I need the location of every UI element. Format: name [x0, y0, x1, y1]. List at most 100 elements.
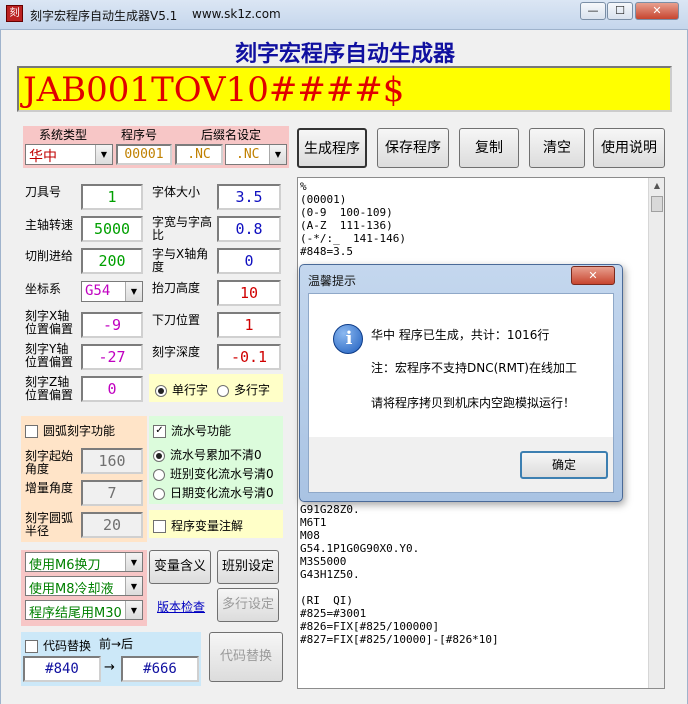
- website-label: www.sk1z.com: [192, 7, 281, 21]
- chevron-down-icon: ▼: [95, 145, 112, 164]
- code-line: M3S5000: [300, 555, 347, 568]
- dialog-line-1: 华中 程序已生成，共计：1016行: [371, 328, 550, 342]
- scrollbar[interactable]: ▲: [648, 178, 664, 688]
- suffix-select[interactable]: .NC ▼: [225, 144, 287, 165]
- replace-panel: 代码替换 前→后 #840 → #666: [21, 632, 201, 686]
- chevron-down-icon: ▼: [125, 282, 142, 301]
- code-replace-button[interactable]: 代码替换: [209, 632, 283, 682]
- single-line-radio[interactable]: 单行字: [155, 381, 208, 398]
- engrave-text-input[interactable]: JAB001TOV10####$: [17, 66, 672, 112]
- code-line: (00001): [300, 193, 347, 206]
- radius-label: 刻字圆弧半径: [25, 511, 74, 538]
- code-line: G43H1Z50.: [300, 568, 360, 581]
- serial-opt1-radio[interactable]: 流水号累加不清0: [153, 446, 262, 463]
- var-annotation-panel: 程序变量注解: [149, 510, 283, 538]
- angle-label: 字与X轴角度: [152, 247, 209, 274]
- app-heading: 刻字宏程序自动生成器: [234, 42, 455, 67]
- ratio-label: 字宽与字高比: [152, 215, 213, 242]
- chevron-down-icon: ▼: [125, 577, 142, 595]
- system-type-select[interactable]: 华中 ▼: [25, 144, 113, 165]
- coord-value: G54: [85, 283, 111, 299]
- code-line: (A-Z 111-136): [300, 219, 393, 232]
- close-button[interactable]: ✕: [635, 2, 679, 20]
- replace-from-field[interactable]: #840: [23, 656, 101, 682]
- system-type-value: 华中: [29, 149, 57, 165]
- start-angle-field[interactable]: 160: [81, 448, 143, 474]
- info-dialog: 温馨提示 ✕ i 华中 程序已生成，共计：1016行 注：宏程序不支持DNC(R…: [299, 264, 623, 502]
- var-annotation-checkbox[interactable]: 程序变量注解: [153, 517, 243, 534]
- m6-select[interactable]: 使用M6换刀 ▼: [25, 552, 143, 573]
- replace-to-field[interactable]: #666: [121, 656, 199, 682]
- serial-checkbox[interactable]: ✓ 流水号功能: [153, 422, 231, 439]
- code-line: #825=#3001: [300, 607, 367, 620]
- m30-value: 程序结尾用M30: [29, 606, 122, 621]
- help-button[interactable]: 使用说明: [593, 128, 665, 168]
- info-glyph: i: [345, 328, 353, 349]
- m8-select[interactable]: 使用M8冷却液 ▼: [25, 576, 143, 597]
- maximize-button[interactable]: ☐: [607, 2, 633, 20]
- serial-opt3-label: 日期变化流水号清0: [170, 486, 274, 500]
- spindle-field[interactable]: 5000: [81, 216, 143, 242]
- single-line-label: 单行字: [172, 383, 209, 397]
- app-icon: 刻: [6, 5, 23, 22]
- clear-button[interactable]: 清空: [529, 128, 585, 168]
- font-size-field[interactable]: 3.5: [217, 184, 281, 210]
- dialog-close-button[interactable]: ✕: [571, 266, 615, 285]
- engrave-text-value: JAB001TOV10####$: [23, 70, 405, 110]
- arrow-right-icon: →: [104, 660, 115, 675]
- tool-no-field[interactable]: 1: [81, 184, 143, 210]
- x-offset-field[interactable]: -9: [81, 312, 143, 338]
- scroll-thumb[interactable]: [651, 196, 663, 212]
- z-offset-field[interactable]: 0: [81, 376, 143, 402]
- var-meaning-button[interactable]: 变量含义: [149, 550, 211, 584]
- replace-checkbox[interactable]: 代码替换: [25, 637, 91, 654]
- code-line: (RI QI): [300, 594, 353, 607]
- copy-button[interactable]: 复制: [459, 128, 519, 168]
- serial-opt2-radio[interactable]: 班别变化流水号清0: [153, 465, 274, 482]
- ok-button[interactable]: 确定: [520, 451, 608, 479]
- checkbox-icon: [153, 520, 166, 533]
- code-line: M6T1: [300, 516, 327, 529]
- m30-select[interactable]: 程序结尾用M30 ▼: [25, 600, 143, 621]
- minimize-button[interactable]: —: [580, 2, 606, 20]
- z-offset-label: 刻字Z轴位置偏置: [25, 375, 74, 402]
- code-line: #826=FIX[#825/100000]: [300, 620, 440, 633]
- suffix-field-1[interactable]: .NC: [175, 144, 223, 165]
- code-line: G54.1P1G0G90X0.Y0.: [300, 542, 420, 555]
- multi-setting-button[interactable]: 多行设定: [217, 588, 279, 622]
- arc-checkbox[interactable]: 圆弧刻字功能: [25, 422, 115, 439]
- angle-field[interactable]: 0: [217, 248, 281, 274]
- code-bottom-lines: G91G28Z0. M6T1 M08 G54.1P1G0G90X0.Y0. M3S500…: [300, 503, 499, 646]
- feed-field[interactable]: 200: [81, 248, 143, 274]
- shift-setting-button[interactable]: 班别设定: [217, 550, 279, 584]
- m6-value: 使用M6换刀: [29, 558, 101, 573]
- save-button[interactable]: 保存程序: [377, 128, 449, 168]
- tool-no-label: 刀具号: [25, 185, 62, 199]
- serial-opt3-radio[interactable]: 日期变化流水号清0: [153, 484, 274, 501]
- down-field[interactable]: 1: [217, 312, 281, 338]
- y-offset-field[interactable]: -27: [81, 344, 143, 370]
- dialog-line-3: 请将程序拷贝到机床内空跑模拟运行！: [371, 396, 576, 410]
- depth-field[interactable]: -0.1: [217, 344, 281, 370]
- y-offset-label: 刻字Y轴位置偏置: [25, 342, 74, 369]
- multi-line-radio[interactable]: 多行字: [217, 381, 270, 398]
- code-line: %: [300, 180, 307, 193]
- suffix-select-value: .NC: [236, 147, 260, 162]
- coord-select[interactable]: G54 ▼: [81, 281, 143, 302]
- radius-field[interactable]: 20: [81, 512, 143, 538]
- program-no-field[interactable]: 00001: [116, 144, 172, 165]
- version-check-link[interactable]: 版本检查: [157, 598, 205, 615]
- radio-off-icon: [217, 384, 229, 397]
- ratio-field[interactable]: 0.8: [217, 216, 281, 242]
- serial-opt1-label: 流水号累加不清0: [170, 448, 262, 462]
- increment-field[interactable]: 7: [81, 480, 143, 506]
- serial-checkbox-label: 流水号功能: [171, 424, 232, 438]
- scroll-up-icon[interactable]: ▲: [649, 178, 664, 194]
- replace-checkbox-label: 代码替换: [43, 639, 92, 653]
- depth-label: 刻字深度: [152, 345, 201, 359]
- multi-line-label: 多行字: [234, 383, 271, 397]
- generate-button[interactable]: 生成程序: [297, 128, 367, 168]
- code-line: (-*/:_ 141-146): [300, 232, 406, 245]
- lift-label: 抬刀高度: [152, 281, 201, 295]
- lift-field[interactable]: 10: [217, 280, 281, 306]
